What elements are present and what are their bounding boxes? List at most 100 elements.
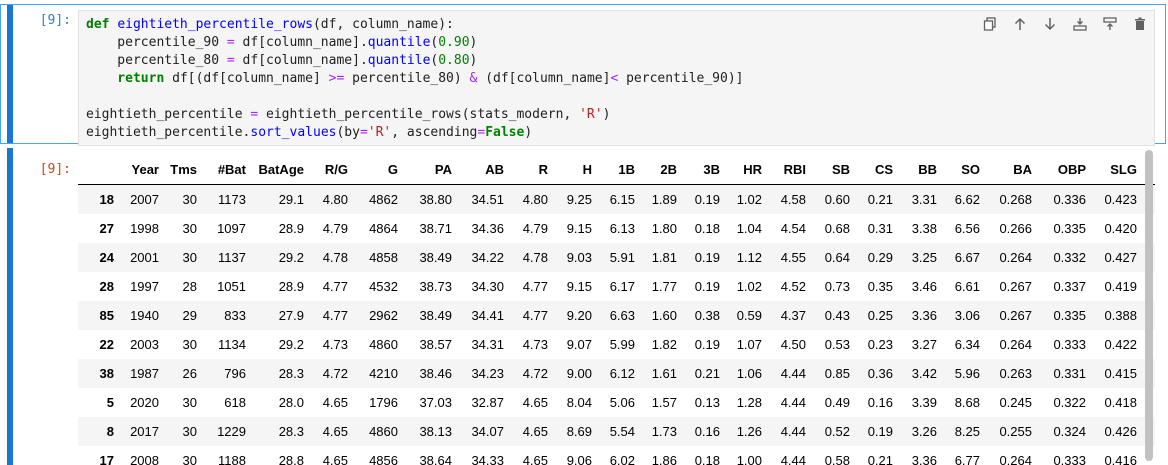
table-cell: 4.44	[780, 424, 806, 439]
table-cell: 34.22	[471, 250, 504, 265]
column-header: CS	[854, 154, 897, 185]
dataframe-table: Year Tms #Bat BatAge R/G G PA AB R H 1B 2B 3B HR RBI SB…	[78, 154, 1155, 465]
column-header: R	[508, 154, 552, 185]
table-row: 38 1987 26 796 28.3 4.72 4210 38.46 34.23 4.72 9.0…	[78, 359, 1155, 388]
table-cell: 3.06	[954, 308, 980, 323]
code-token: =	[226, 35, 235, 50]
code-token: percentile_80	[86, 53, 227, 68]
table-cell: 6.15	[609, 192, 635, 207]
code-token: =	[226, 53, 235, 68]
table-cell: 6.62	[954, 192, 980, 207]
table-cell: 1.26	[736, 424, 762, 439]
row-index: 8	[106, 424, 114, 439]
table-cell: 3.26	[911, 424, 937, 439]
table-cell: 4.77	[322, 279, 348, 294]
table-cell: 0.19	[694, 192, 720, 207]
table-cell: 1.00	[736, 453, 762, 465]
table-cell: 1173	[218, 192, 246, 207]
table-cell: 0.53	[824, 337, 850, 352]
column-header: HR	[724, 154, 766, 185]
code-line: return df[(df[column_name] >= percentile…	[86, 70, 744, 88]
table-cell: 4532	[369, 279, 398, 294]
table-cell: 0.426	[1104, 424, 1137, 439]
output-prompt: [9]:	[39, 162, 71, 177]
table-cell: 8.04	[566, 395, 592, 410]
table-cell: 38.73	[419, 279, 452, 294]
table-cell: 1997	[130, 279, 159, 294]
code-text[interactable]: def eightieth_percentile_rows(df, column…	[86, 16, 744, 142]
code-token: eightieth_percentile_rows	[117, 17, 313, 32]
table-cell: 4.44	[780, 366, 806, 381]
table-cell: 28.8	[278, 453, 304, 465]
table-cell: 2001	[130, 250, 159, 265]
table-cell: 38.49	[419, 308, 452, 323]
table-cell: 0.416	[1104, 453, 1137, 465]
code-token: percentile_80)	[344, 71, 470, 86]
dataframe-output[interactable]: Year Tms #Bat BatAge R/G G PA AB R H 1B 2B 3B HR RBI SB…	[78, 146, 1155, 465]
table-cell: 3.38	[911, 221, 937, 236]
insert-below-icon[interactable]	[1068, 14, 1092, 34]
table-cell: 0.73	[824, 279, 850, 294]
row-index: 85	[99, 308, 114, 323]
table-cell: 0.423	[1104, 192, 1137, 207]
output-collapser[interactable]	[7, 148, 13, 465]
move-down-icon[interactable]	[1038, 14, 1062, 34]
table-cell: 8.68	[954, 395, 980, 410]
table-cell: 29.2	[278, 250, 304, 265]
table-cell: 0.420	[1104, 221, 1137, 236]
move-up-icon[interactable]	[1008, 14, 1032, 34]
table-cell: 0.335	[1053, 221, 1086, 236]
code-token: 0.90	[438, 35, 470, 50]
cell-toolbar	[978, 14, 1152, 34]
table-cell: 29	[182, 308, 197, 323]
table-cell: 0.337	[1053, 279, 1086, 294]
table-cell: 4.72	[322, 366, 348, 381]
table-cell: 0.336	[1053, 192, 1086, 207]
table-cell: 4.73	[322, 337, 348, 352]
table-cell: 4.37	[780, 308, 806, 323]
table-cell: 4.52	[780, 279, 806, 294]
insert-above-icon[interactable]	[1098, 14, 1122, 34]
input-cell[interactable]: [9]: def eightieth_percentile_rows(df, c…	[0, 4, 1168, 146]
table-cell: 38.13	[419, 424, 452, 439]
code-token: quantile	[367, 53, 431, 68]
table-cell: 1796	[369, 395, 398, 410]
code-token: sort_values	[250, 125, 337, 140]
table-cell: 0.16	[867, 395, 893, 410]
table-cell: 0.43	[824, 308, 850, 323]
row-index: 17	[99, 453, 114, 465]
table-cell: 3.46	[911, 279, 937, 294]
table-cell: 1987	[130, 366, 159, 381]
table-cell: 0.322	[1053, 395, 1086, 410]
table-cell: 4.77	[522, 308, 548, 323]
table-cell: 0.13	[694, 395, 720, 410]
code-token: percentile_90)]	[618, 71, 744, 86]
table-cell: 4862	[369, 192, 398, 207]
table-cell: 6.17	[609, 279, 635, 294]
table-cell: 4856	[369, 453, 398, 465]
delete-icon[interactable]	[1128, 14, 1152, 34]
table-cell: 4.44	[780, 453, 806, 465]
table-cell: 30	[182, 250, 197, 265]
column-header: 3B	[681, 154, 724, 185]
code-token: quantile	[367, 35, 431, 50]
table-cell: 6.02	[609, 453, 635, 465]
table-cell: 1137	[218, 250, 246, 265]
table-cell: 38.46	[419, 366, 452, 381]
code-token: eightieth_percentile.	[86, 125, 251, 140]
duplicate-icon[interactable]	[978, 14, 1002, 34]
table-cell: 1.02	[736, 192, 762, 207]
table-row: 27 1998 30 1097 28.9 4.79 4864 38.71 34.36 4.79 9.…	[78, 214, 1155, 243]
table-cell: 4.55	[780, 250, 806, 265]
table-cell: 28.3	[278, 424, 304, 439]
table-cell: 2008	[130, 453, 159, 465]
table-cell: 1.86	[651, 453, 677, 465]
table-cell: 4.77	[322, 308, 348, 323]
table-cell: 9.03	[566, 250, 592, 265]
table-cell: 1.02	[736, 279, 762, 294]
table-cell: 4.65	[522, 424, 548, 439]
code-line: def eightieth_percentile_rows(df, column…	[86, 16, 744, 34]
vertical-scrollbar[interactable]	[1145, 150, 1153, 461]
table-cell: 34.31	[471, 337, 504, 352]
